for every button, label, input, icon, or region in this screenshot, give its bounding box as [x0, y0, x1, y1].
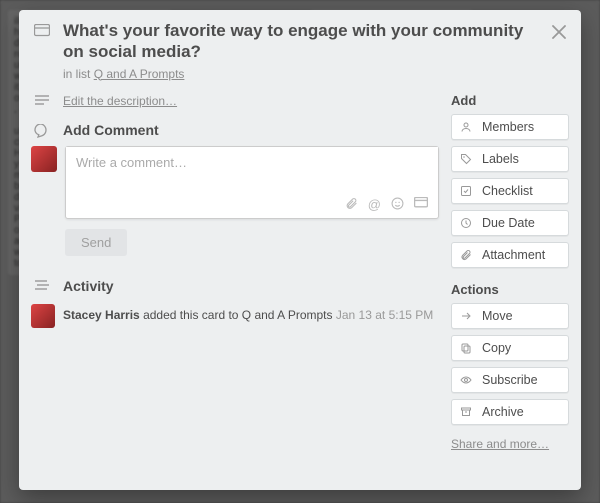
edit-description-link[interactable]: Edit the description… [63, 94, 177, 108]
labels-icon [460, 153, 474, 165]
activity-icon [31, 278, 53, 294]
due-date-icon [460, 217, 474, 229]
comment-box: @ [65, 146, 439, 219]
checklist-button[interactable]: Checklist [451, 178, 569, 204]
close-button[interactable] [545, 18, 573, 46]
avatar[interactable] [31, 146, 57, 172]
archive-icon [460, 406, 474, 418]
attachment-icon [460, 249, 474, 261]
duedate-button[interactable]: Due Date [451, 210, 569, 236]
subscribe-icon [460, 374, 474, 386]
activity-heading: Activity [63, 278, 114, 294]
close-icon [552, 25, 566, 39]
emoji-icon[interactable] [391, 197, 404, 212]
activity-user[interactable]: Stacey Harris [63, 308, 140, 322]
archive-button[interactable]: Archive [451, 399, 569, 425]
comment-composer: @ [31, 146, 439, 219]
activity-heading-row: Activity [31, 278, 439, 294]
modal-overlay: What's your favorite way to engage with … [0, 0, 600, 503]
side-label: Labels [482, 152, 519, 166]
sidebar-actions-heading: Actions [451, 282, 569, 297]
side-label: Attachment [482, 248, 545, 262]
attachment-icon[interactable] [345, 197, 358, 212]
move-icon [460, 310, 474, 322]
side-label: Copy [482, 341, 511, 355]
comment-input[interactable] [66, 147, 438, 193]
activity-action: added this card to Q and A Prompts [143, 308, 332, 322]
card-icon [31, 20, 53, 38]
side-label: Members [482, 120, 534, 134]
side-label: Move [482, 309, 513, 323]
share-more-link[interactable]: Share and more… [451, 437, 549, 451]
side-label: Checklist [482, 184, 533, 198]
comment-heading: Add Comment [63, 122, 159, 138]
description-row: Edit the description… [31, 93, 439, 108]
card-list-subline: in list Q and A Prompts [63, 67, 541, 81]
comment-icon [31, 122, 53, 138]
avatar[interactable] [31, 304, 55, 328]
side-label: Archive [482, 405, 524, 419]
comment-toolbar: @ [66, 193, 438, 218]
copy-button[interactable]: Copy [451, 335, 569, 361]
send-button[interactable]: Send [65, 229, 127, 256]
activity-text: Stacey Harris added this card to Q and A… [63, 304, 433, 322]
attachment-button[interactable]: Attachment [451, 242, 569, 268]
side-label: Due Date [482, 216, 535, 230]
checklist-icon [460, 185, 474, 197]
card-title[interactable]: What's your favorite way to engage with … [63, 20, 541, 63]
card-header: What's your favorite way to engage with … [31, 20, 569, 81]
members-button[interactable]: Members [451, 114, 569, 140]
card-attach-icon[interactable] [414, 197, 428, 212]
comment-heading-row: Add Comment [31, 122, 439, 138]
list-link[interactable]: Q and A Prompts [94, 67, 185, 81]
activity-timestamp: Jan 13 at 5:15 PM [336, 308, 433, 322]
mention-icon[interactable]: @ [368, 197, 381, 212]
card-detail-modal: What's your favorite way to engage with … [19, 10, 581, 490]
subscribe-button[interactable]: Subscribe [451, 367, 569, 393]
members-icon [460, 121, 474, 133]
sidebar-add-heading: Add [451, 93, 569, 108]
labels-button[interactable]: Labels [451, 146, 569, 172]
move-button[interactable]: Move [451, 303, 569, 329]
description-icon [31, 93, 53, 108]
activity-item: Stacey Harris added this card to Q and A… [31, 304, 439, 328]
copy-icon [460, 342, 474, 354]
side-label: Subscribe [482, 373, 538, 387]
